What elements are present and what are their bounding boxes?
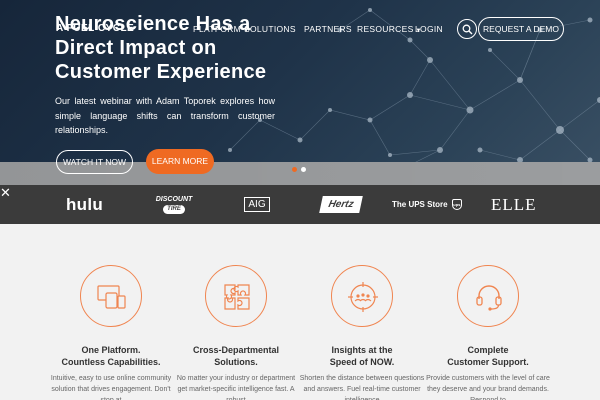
ups-store-logo: The UPS Store ups	[392, 185, 462, 224]
feature-title-line: Countless Capabilities.	[61, 357, 161, 367]
feature-title-line: Insights at the	[331, 345, 393, 355]
feature-title-line: Customer Support.	[447, 357, 529, 367]
logo-text: TIRE	[163, 205, 185, 214]
feature-icon-circle	[80, 265, 142, 327]
feature-title-line: Speed of NOW.	[329, 357, 395, 367]
watch-it-now-button[interactable]: WATCH IT NOW	[56, 150, 133, 174]
feature-title-line: Solutions.	[214, 357, 258, 367]
nav-item-label: PARTNERS	[304, 24, 352, 34]
search-icon	[462, 24, 473, 35]
close-icon[interactable]: ✕	[0, 186, 11, 200]
headset-icon	[476, 285, 502, 311]
feature-title-line: Cross-Departmental	[192, 345, 280, 355]
hulu-logo: hulu	[66, 195, 104, 214]
feature-text: Intuitive, easy to use online community …	[50, 375, 172, 400]
nav-item-resources[interactable]: RESOURCES ▼	[357, 24, 422, 34]
nav-item-label: RESOURCES	[357, 24, 414, 34]
puzzle-icon	[224, 284, 250, 310]
nav-item-partners[interactable]: PARTNERS	[304, 24, 352, 34]
feature-title: One Platform. Countless Capabilities.	[48, 344, 174, 368]
feature-title: Cross-Departmental Solutions.	[173, 344, 299, 368]
features-section: One Platform. Countless Capabilities. In…	[0, 224, 600, 400]
headline-line: Direct Impact on	[55, 37, 217, 59]
feature-title-line: Complete	[467, 345, 509, 355]
feature-text: No matter your industry or department ge…	[176, 375, 296, 400]
headline-line: Neuroscience Has a	[55, 13, 251, 35]
learn-more-button[interactable]: LEARN MORE	[146, 149, 214, 174]
ups-badge: ups	[451, 199, 462, 211]
feature-text: Provide customers with the level of care…	[426, 375, 550, 400]
search-button[interactable]	[457, 19, 477, 39]
feature-icon-circle	[331, 265, 393, 327]
client-logo-strip: ✕ hulu DISCOUNT TIRE AIG Hertz The UPS S…	[0, 185, 600, 224]
carousel-dot[interactable]	[301, 167, 306, 172]
feature-title-line: One Platform.	[81, 345, 141, 355]
hero-banner: A FUEL CYCLE PLATFORM ▼ SOLUTIONS PARTNER…	[0, 0, 600, 185]
logo-text: DISCOUNT	[155, 196, 193, 203]
aig-logo: AIG	[244, 197, 270, 212]
feature-icon-circle	[457, 265, 519, 327]
discount-tire-logo: DISCOUNT TIRE	[148, 195, 200, 215]
hero-subtext: Our latest webinar with Adam Toporek exp…	[55, 96, 275, 135]
hero-headline: Neuroscience Has a Direct Impact on Cust…	[55, 12, 305, 84]
crowd-focus-icon	[348, 282, 378, 312]
devices-icon	[97, 285, 126, 309]
carousel-dots	[292, 167, 308, 173]
feature-text: Shorten the distance between questions a…	[299, 375, 425, 400]
feature-title: Insights at the Speed of NOW.	[299, 344, 425, 368]
feature-icon-circle	[205, 265, 267, 327]
nav-item-label: LOGIN	[415, 24, 443, 34]
request-demo-button[interactable]: REQUEST A DEMO	[478, 17, 564, 41]
headline-line: Customer Experience	[55, 61, 267, 83]
elle-logo: ELLE	[491, 195, 537, 214]
hertz-logo: Hertz	[319, 196, 363, 213]
carousel-dot[interactable]	[292, 167, 297, 172]
feature-title: Complete Customer Support.	[425, 344, 551, 368]
logo-text: The UPS Store	[392, 200, 448, 209]
nav-item-login[interactable]: LOGIN	[415, 24, 443, 34]
